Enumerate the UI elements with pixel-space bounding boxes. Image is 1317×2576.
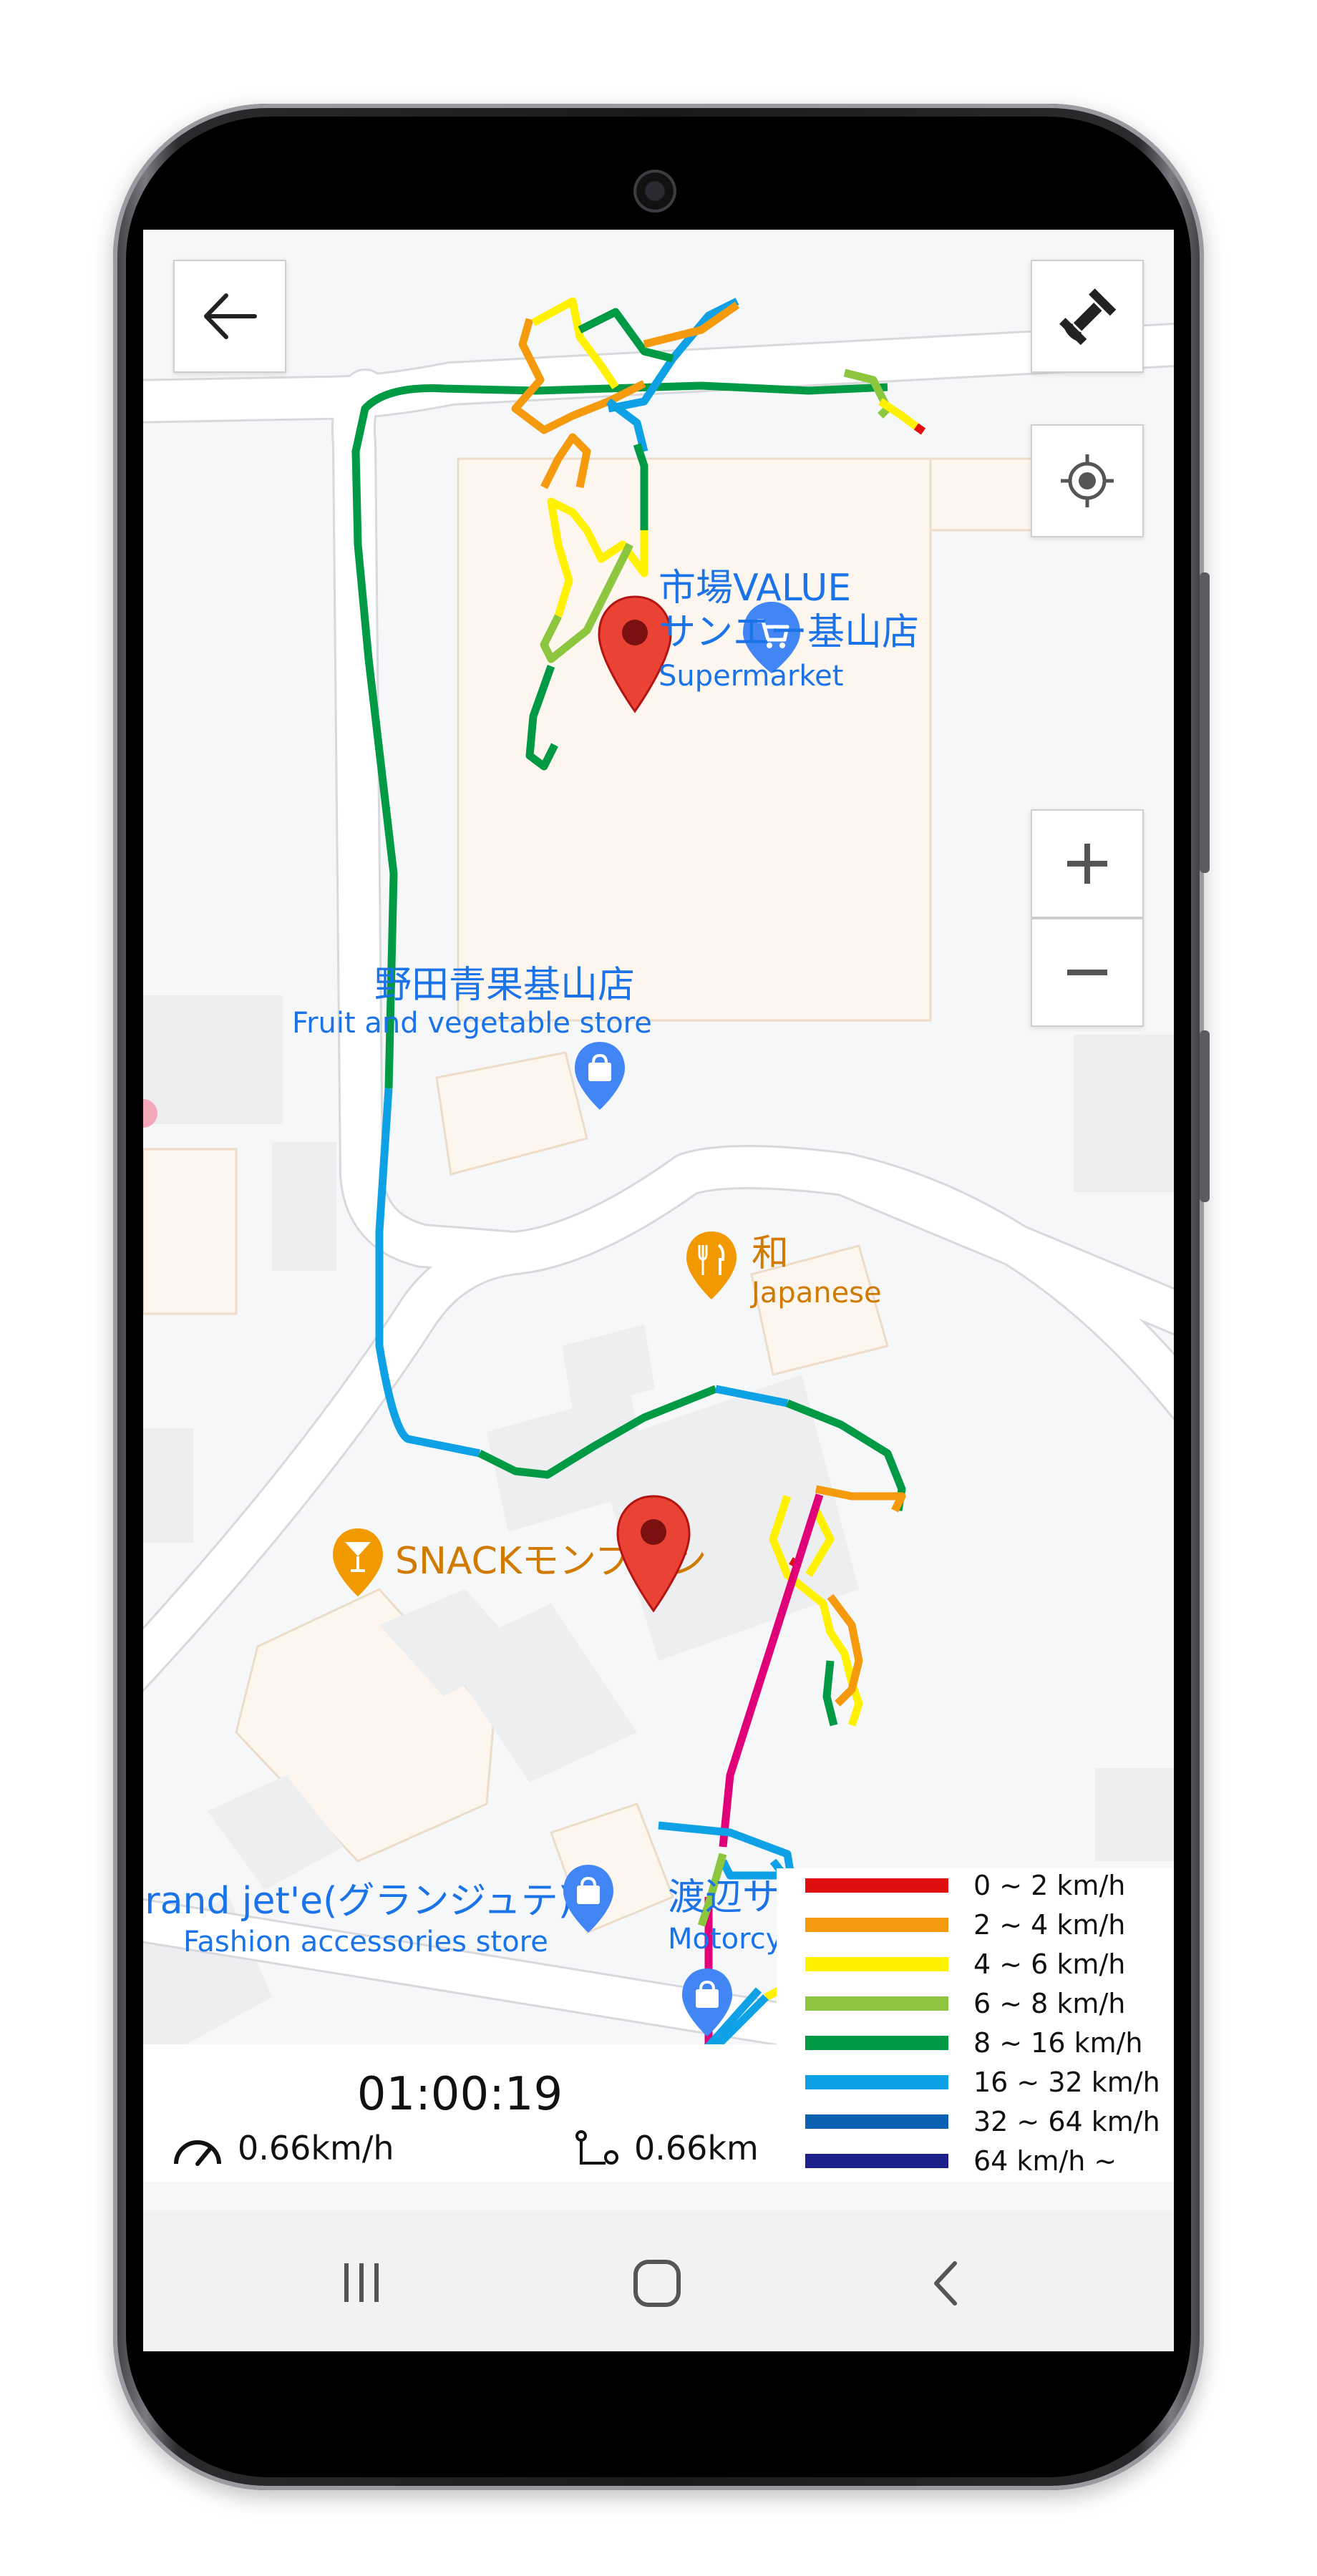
- system-navigation-bar: [143, 2210, 1174, 2351]
- elapsed-time: 01:00:19: [356, 2068, 563, 2121]
- back-button[interactable]: [173, 260, 286, 373]
- legend-swatch: [805, 1918, 948, 1932]
- legend-swatch: [805, 1957, 948, 1971]
- end-marker[interactable]: [614, 1493, 693, 1617]
- motorcycle-shop-name[interactable]: 渡辺サ: [668, 1875, 779, 1920]
- satellite-icon: [1059, 288, 1117, 346]
- shopping-bag-icon[interactable]: [679, 1965, 736, 2044]
- minus-icon: [1067, 970, 1107, 975]
- supermarket-category: Supermarket: [658, 660, 844, 693]
- gps-track-tail: [705, 1987, 762, 2044]
- app-screen: 市場VALUE サンエー基山店 Supermarket 野田青果基山店 Frui…: [143, 230, 1174, 2351]
- fruit-store-category: Fruit and vegetable store: [292, 1007, 652, 1040]
- legend-label: 16 ~ 32 km/h: [973, 2067, 1160, 2098]
- supermarket-name-line1[interactable]: 市場VALUE: [658, 566, 851, 610]
- fruit-store-name[interactable]: 野田青果基山店: [374, 963, 635, 1008]
- restaurant-icon[interactable]: [683, 1228, 740, 1307]
- my-location-icon: [1061, 454, 1114, 507]
- current-speed: 0.66km/h: [238, 2129, 394, 2167]
- legend-label: 64 km/h ~: [973, 2145, 1117, 2177]
- front-camera: [633, 170, 676, 213]
- legend-label: 8 ~ 16 km/h: [973, 2027, 1143, 2059]
- map-pin-icon: [616, 1495, 691, 1613]
- legend-label: 32 ~ 64 km/h: [973, 2106, 1160, 2137]
- back-nav-icon[interactable]: [925, 2258, 968, 2309]
- power-button: [1200, 1030, 1210, 1202]
- legend-swatch: [805, 2114, 948, 2129]
- tracking-stats: 01:00:19 0.66km/h 0.66km: [143, 2044, 777, 2182]
- map-view[interactable]: 市場VALUE サンエー基山店 Supermarket 野田青果基山店 Frui…: [143, 230, 1174, 2044]
- japanese-restaurant-category: Japanese: [752, 1277, 882, 1309]
- japanese-restaurant-name[interactable]: 和: [752, 1231, 789, 1276]
- shopping-bag-icon[interactable]: [560, 1861, 617, 1940]
- plus-icon: [1067, 844, 1107, 884]
- legend-swatch: [805, 1878, 948, 1893]
- speed-legend: 0 ~ 2 km/h 2 ~ 4 km/h 4 ~ 6 km/h 6 ~ 8 k…: [777, 1868, 1174, 2182]
- legend-swatch: [805, 2036, 948, 2050]
- volume-button: [1200, 572, 1210, 873]
- fashion-store-name[interactable]: Grand jet'e(グランジュテ): [143, 1879, 573, 1923]
- motorcycle-shop-category: Motorcy: [668, 1923, 783, 1956]
- arrow-left-icon: [204, 293, 257, 339]
- speedometer-icon: [174, 2140, 221, 2166]
- home-icon[interactable]: [628, 2258, 686, 2309]
- fashion-store-category: Fashion accessories store: [183, 1926, 548, 1958]
- gps-status-button[interactable]: [1031, 260, 1144, 373]
- legend-label: 0 ~ 2 km/h: [973, 1870, 1126, 1901]
- recent-apps-icon[interactable]: [336, 2259, 387, 2306]
- legend-label: 4 ~ 6 km/h: [973, 1948, 1126, 1980]
- zoom-out-button[interactable]: [1031, 918, 1144, 1027]
- route-distance-icon: [575, 2130, 618, 2165]
- shopping-bag-icon[interactable]: [571, 1038, 628, 1117]
- my-location-button[interactable]: [1031, 424, 1144, 537]
- legend-swatch: [805, 1996, 948, 2011]
- supermarket-name-line2[interactable]: サンエー基山店: [658, 610, 919, 655]
- legend-label: 6 ~ 8 km/h: [973, 1988, 1126, 2019]
- total-distance: 0.66km: [634, 2129, 759, 2167]
- cocktail-bar-icon[interactable]: [329, 1525, 387, 1604]
- legend-swatch: [805, 2154, 948, 2168]
- legend-swatch: [805, 2075, 948, 2089]
- legend-label: 2 ~ 4 km/h: [973, 1909, 1126, 1941]
- zoom-in-button[interactable]: [1031, 809, 1144, 918]
